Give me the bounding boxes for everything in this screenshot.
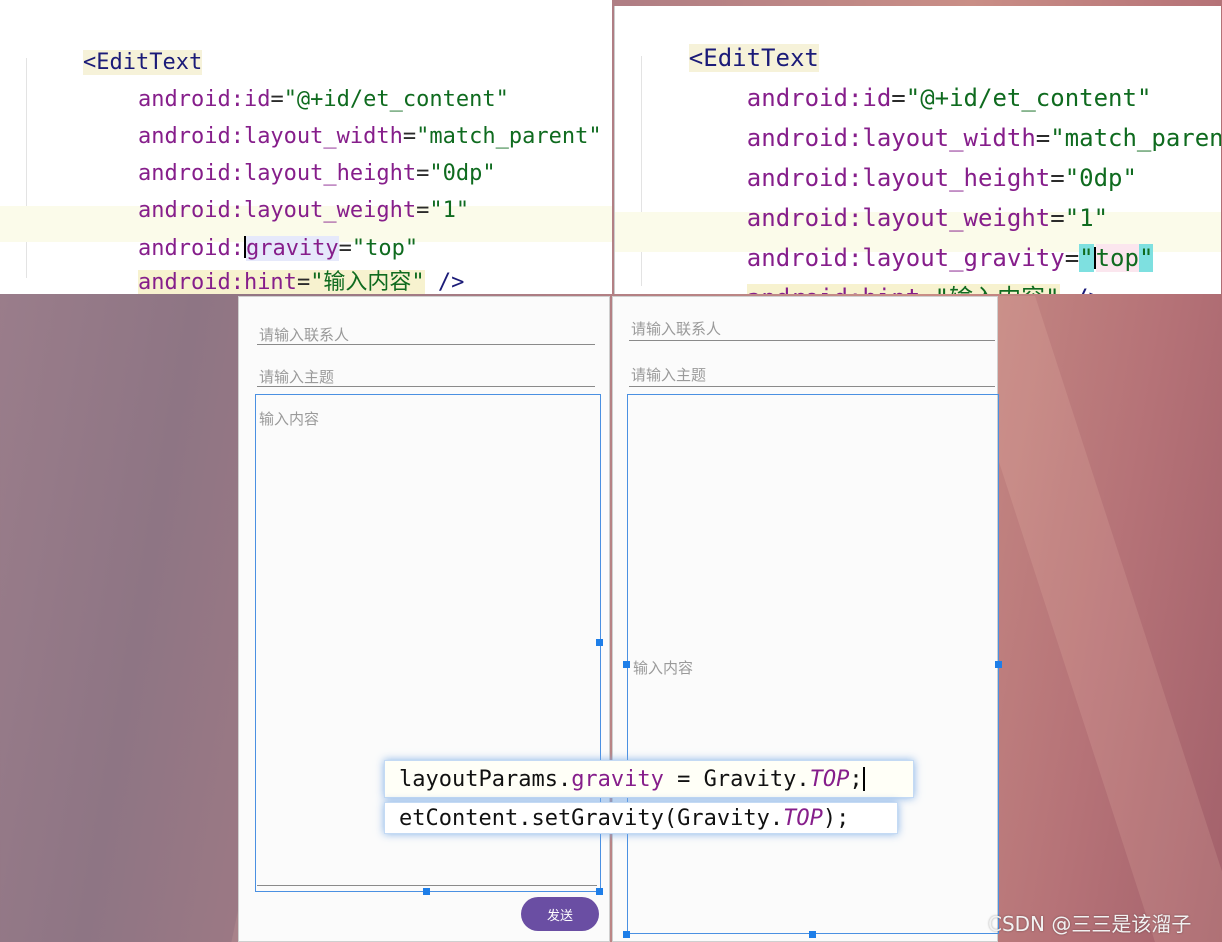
snippet-field: gravity [571, 767, 664, 792]
snippet-constant: TOP [809, 767, 850, 792]
snippet-object: layoutParams. [399, 767, 572, 792]
subject-input[interactable]: 请输入主题 [259, 366, 334, 387]
equals: = [296, 270, 311, 294]
tag-close: /> [1060, 284, 1103, 294]
input-underline [257, 344, 595, 345]
layout-preview-left: 请输入联系人 请输入主题 输入内容 发送 [238, 296, 610, 942]
equals: = [920, 284, 934, 294]
attr-value: "输入内容" [310, 270, 425, 294]
send-button[interactable]: 发送 [521, 897, 599, 931]
attr-name: android:hint [137, 270, 297, 294]
code-snippet-layoutparams: layoutParams.gravity = Gravity.TOP; [384, 760, 914, 798]
attr-value: "1" [429, 198, 470, 223]
input-underline [629, 386, 995, 387]
subject-input[interactable]: 请输入主题 [631, 364, 706, 385]
resize-handle[interactable] [995, 661, 1002, 668]
input-underline [629, 340, 995, 341]
content-input-hint: 输入内容 [259, 410, 320, 428]
indent-guide [26, 58, 27, 278]
code-snippet-setgravity: etContent.setGravity(Gravity.TOP); [384, 802, 898, 834]
resize-handle[interactable] [623, 661, 630, 668]
snippet-call: etContent.setGravity(Gravity. [399, 806, 784, 831]
snippet-assign: = Gravity. [663, 767, 810, 792]
snippet-terminator: ; [849, 767, 863, 792]
content-input-hint: 输入内容 [633, 659, 694, 677]
resize-handle[interactable] [596, 639, 603, 646]
code-editor-right: <EditText android:id="@+id/et_content" a… [614, 6, 1221, 294]
snippet-terminator: ); [822, 806, 850, 831]
contact-input[interactable]: 请输入联系人 [631, 318, 721, 339]
watermark: CSDN @三三是该溜子 [988, 912, 1192, 936]
contact-input[interactable]: 请输入联系人 [259, 324, 349, 345]
quote-close: " [1138, 244, 1154, 272]
snippet-constant: TOP [783, 806, 823, 831]
code-editor-left: <EditText android:id="@+id/et_content" a… [0, 0, 612, 294]
resize-handle[interactable] [423, 888, 430, 895]
tag-close: /> [424, 270, 465, 294]
input-underline [257, 386, 595, 387]
resize-handle[interactable] [596, 888, 603, 895]
input-underline [257, 885, 597, 886]
resize-handle[interactable] [623, 931, 630, 938]
resize-handle[interactable] [809, 931, 816, 938]
layout-preview-right: 请输入联系人 请输入主题 输入内容 [612, 296, 1002, 942]
code-line-hint: android:hint="输入内容" /> [85, 250, 464, 294]
code-line-hint: android:hint="输入内容" /> [689, 262, 1103, 294]
attr-name: android:hint [747, 284, 920, 294]
text-cursor [862, 767, 865, 791]
attr-value: "输入内容" [935, 284, 1060, 294]
